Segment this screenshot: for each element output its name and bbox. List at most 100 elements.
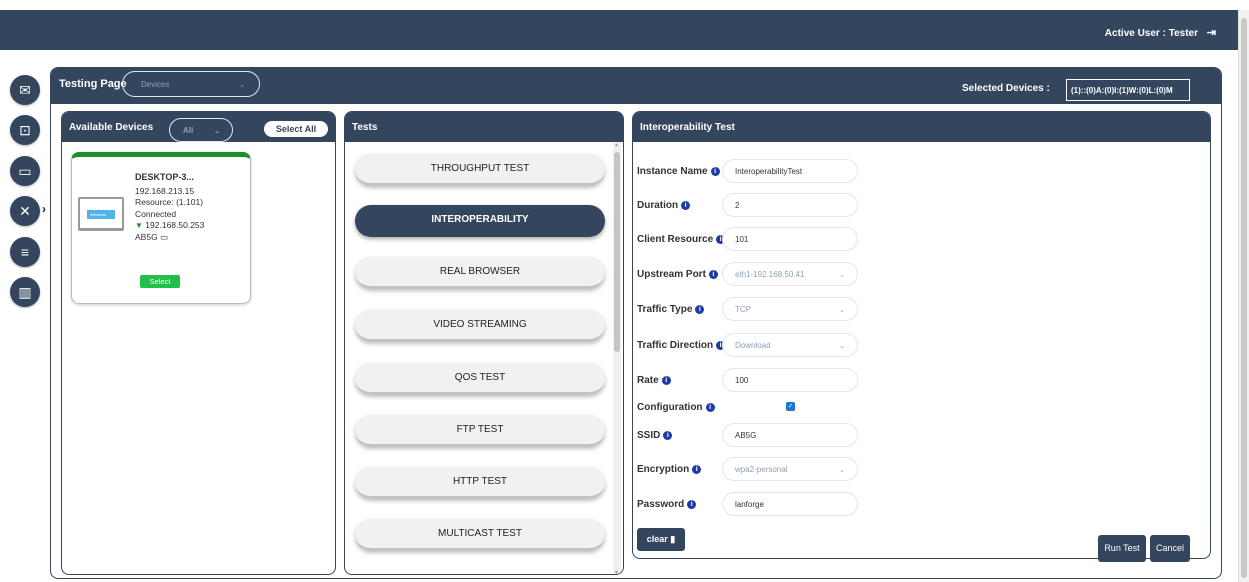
test-throughput[interactable]: THROUGHPUT TEST <box>355 154 605 186</box>
traffic-type-label-text: Traffic Type <box>637 304 693 315</box>
logout-icon[interactable]: ⇥ <box>1207 27 1216 39</box>
page-scrollbar[interactable] <box>1238 10 1249 582</box>
rate-label: Rate i <box>637 375 671 386</box>
test-multicast[interactable]: MULTICAST TEST <box>355 519 605 551</box>
ssid-input[interactable]: AB5G <box>722 423 858 447</box>
instance-name-label: Instance Name i <box>637 166 720 177</box>
tests-scrollbar-thumb[interactable] <box>614 152 620 352</box>
trash-icon: ▮ <box>670 534 676 544</box>
ssid-label-text: SSID <box>637 430 661 441</box>
scroll-up-icon[interactable]: ▲ <box>614 142 619 148</box>
info-icon[interactable]: i <box>705 403 715 412</box>
chevron-down-icon: ⌄ <box>839 307 845 314</box>
info-icon[interactable]: i <box>663 431 673 440</box>
available-devices-header: Available Devices All ⌄ Select All <box>62 112 335 142</box>
info-icon[interactable]: i <box>695 305 705 314</box>
tests-header: Tests <box>345 112 623 142</box>
client-resource-label: Client Resource i <box>637 234 726 245</box>
devices-icon[interactable]: ▭ <box>10 156 40 186</box>
form-header: Interoperability Test <box>633 112 1210 142</box>
info-icon[interactable]: i <box>692 465 702 474</box>
select-all-button[interactable]: Select All <box>264 121 328 137</box>
tests-scrollbar[interactable]: ▲ ▼ <box>613 142 621 574</box>
traffic-direction-value: Download <box>735 341 771 350</box>
upstream-port-select[interactable]: eth1-192.168.50.41 ⌄ <box>722 262 858 286</box>
info-icon[interactable]: i <box>710 167 720 176</box>
info-icon[interactable]: i <box>687 500 697 509</box>
cast-icon[interactable]: ⊡ <box>10 115 40 145</box>
tools-icon[interactable]: ✕ <box>10 196 40 226</box>
testing-page-header: Testing Page Devices ⌄ Selected Devices … <box>51 68 1221 104</box>
clear-button-label: clear <box>646 534 668 544</box>
test-interoperability[interactable]: INTEROPERABILITY <box>355 205 605 237</box>
chevron-down-icon: ⌄ <box>239 82 245 89</box>
encryption-select[interactable]: wpa2-personal ⌄ <box>722 457 858 481</box>
tests-list: THROUGHPUT TEST INTEROPERABILITY REAL BR… <box>345 142 615 574</box>
rate-label-text: Rate <box>637 375 659 386</box>
devices-dropdown[interactable]: Devices ⌄ <box>122 71 260 97</box>
ssid-label: SSID i <box>637 430 673 441</box>
active-arrow-icon: › <box>42 202 46 216</box>
info-icon[interactable]: i <box>661 376 671 385</box>
password-input[interactable]: lanforge <box>722 492 858 516</box>
client-resource-input[interactable]: 101 <box>722 227 858 251</box>
configuration-label: Configuration i <box>637 402 715 413</box>
traffic-type-label: Traffic Type i <box>637 304 705 315</box>
clear-button[interactable]: clear ▮ <box>637 528 685 551</box>
upstream-port-label: Upstream Port i <box>637 269 718 280</box>
laptop-small-icon: ▭ <box>160 231 169 242</box>
wifi-icon: ▼ <box>135 221 143 230</box>
info-icon[interactable]: i <box>708 270 718 279</box>
tests-panel: Tests THROUGHPUT TEST INTEROPERABILITY R… <box>344 111 624 575</box>
test-ftp[interactable]: FTP TEST <box>355 415 605 447</box>
device-info: DESKTOP-3... 192.168.213.15 Resource: (1… <box>135 172 204 243</box>
device-wifi-ip: 192.168.50.253 <box>145 220 205 230</box>
test-real-browser[interactable]: REAL BROWSER <box>355 257 605 289</box>
duration-label-text: Duration <box>637 200 679 211</box>
configuration-label-text: Configuration <box>637 402 703 413</box>
device-filter-value: All <box>183 126 194 135</box>
test-http[interactable]: HTTP TEST <box>355 467 605 499</box>
upstream-port-label-text: Upstream Port <box>637 269 706 280</box>
traffic-type-select[interactable]: TCP ⌄ <box>722 297 858 321</box>
traffic-direction-label: Traffic Direction i <box>637 340 726 351</box>
configuration-checkbox[interactable]: ✓ <box>786 402 795 411</box>
device-status: Connected <box>135 208 177 219</box>
mail-icon[interactable]: ✉ <box>10 75 40 105</box>
encryption-label: Encryption i <box>637 464 702 475</box>
chevron-down-icon: ⌄ <box>839 467 845 474</box>
scroll-down-icon[interactable]: ▼ <box>614 570 619 574</box>
device-name: DESKTOP-3... <box>135 172 194 182</box>
client-resource-label-text: Client Resource <box>637 234 714 245</box>
traffic-direction-label-text: Traffic Direction <box>637 340 714 351</box>
device-select-button[interactable]: Select <box>140 275 180 288</box>
device-filter-dropdown[interactable]: All ⌄ <box>169 118 233 142</box>
device-card[interactable]: Windows DESKTOP-3... 192.168.213.15 Reso… <box>71 152 251 304</box>
upstream-port-value: eth1-192.168.50.41 <box>735 270 805 279</box>
active-user-label: Active User : Tester <box>1104 28 1198 39</box>
test-video-streaming[interactable]: VIDEO STREAMING <box>355 310 605 342</box>
cancel-button[interactable]: Cancel <box>1150 535 1190 562</box>
instance-name-input[interactable]: InteroperabilityTest <box>722 159 858 183</box>
traffic-direction-select[interactable]: Download ⌄ <box>722 333 858 357</box>
page-scrollbar-thumb[interactable] <box>1241 18 1247 578</box>
rate-input[interactable]: 100 <box>722 368 858 392</box>
device-wifi-row: ▼ 192.168.50.253 <box>135 220 204 232</box>
form-title: Interoperability Test <box>640 122 735 133</box>
test-qos[interactable]: QOS TEST <box>355 363 605 395</box>
available-devices-panel: Available Devices All ⌄ Select All Windo… <box>61 111 336 575</box>
duration-input[interactable]: 2 <box>722 193 858 217</box>
chevron-down-icon: ⌄ <box>839 272 845 279</box>
selected-devices-label: Selected Devices : <box>962 83 1050 94</box>
chart-icon[interactable]: ▥ <box>10 277 40 307</box>
interoperability-form-panel: Interoperability Test Instance Name i Int… <box>632 111 1211 559</box>
sliders-icon[interactable]: ≡ <box>10 237 40 267</box>
tests-title: Tests <box>352 122 378 133</box>
password-label: Password i <box>637 499 697 510</box>
device-resource: Resource: (1.101) <box>135 197 204 207</box>
info-icon[interactable]: i <box>681 201 691 210</box>
run-test-button[interactable]: Run Test <box>1098 535 1146 562</box>
encryption-value: wpa2-personal <box>735 465 788 474</box>
laptop-icon: Windows <box>78 197 124 231</box>
duration-label: Duration i <box>637 200 691 211</box>
